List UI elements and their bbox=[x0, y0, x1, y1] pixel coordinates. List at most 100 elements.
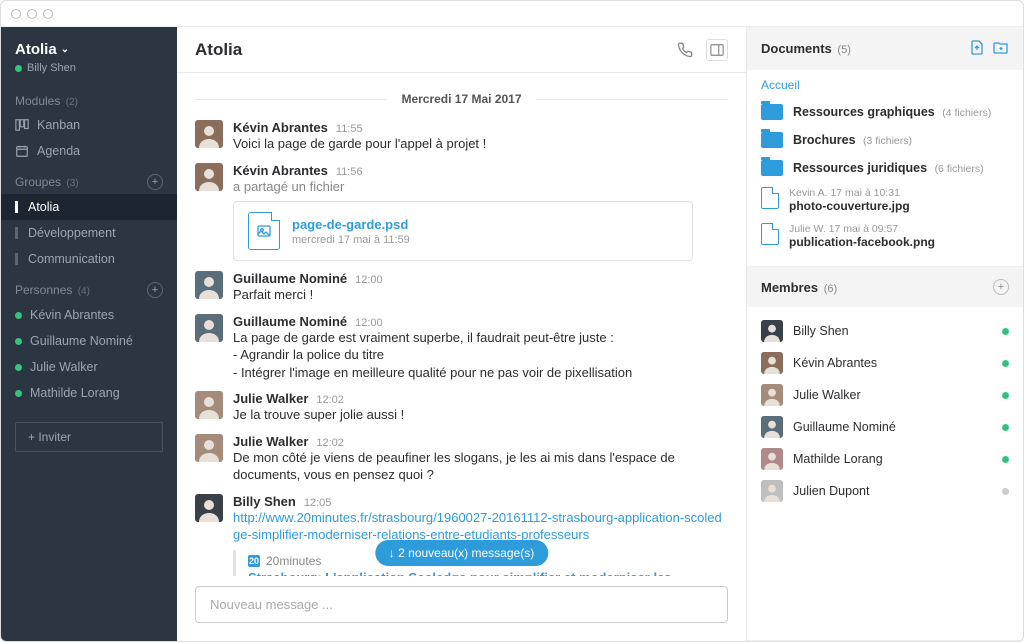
sidebar-item-label: Développement bbox=[28, 226, 116, 240]
message-row: Kévin Abrantes11:55Voici la page de gard… bbox=[195, 120, 728, 153]
member-row[interactable]: Billy Shen bbox=[761, 315, 1009, 347]
sidebar-person-item[interactable]: Mathilde Lorang bbox=[1, 380, 177, 406]
avatar bbox=[761, 352, 783, 374]
sidebar-person-item[interactable]: Kévin Abrantes bbox=[1, 302, 177, 328]
folder-icon bbox=[761, 132, 783, 148]
message-row: Julie Walker12:02De mon côté je viens de… bbox=[195, 434, 728, 484]
member-row[interactable]: Julien Dupont bbox=[761, 475, 1009, 507]
channel-bar-icon bbox=[15, 227, 18, 239]
documents-breadcrumb[interactable]: Accueil bbox=[761, 78, 1009, 98]
avatar[interactable] bbox=[195, 120, 223, 148]
add-person-button[interactable]: + bbox=[147, 282, 163, 298]
chat-panel: Atolia Mercredi 17 Mai 2017 Kévin Abrant… bbox=[177, 27, 747, 641]
folder-name: Brochures (3 fichiers) bbox=[793, 133, 1009, 147]
new-folder-icon[interactable] bbox=[993, 39, 1009, 58]
member-name: Julien Dupont bbox=[793, 484, 1002, 498]
section-people-count: (4) bbox=[78, 286, 90, 297]
team-switcher[interactable]: Atolia ⌄ bbox=[15, 41, 163, 58]
message-time: 12:00 bbox=[355, 317, 383, 329]
panel-toggle-button[interactable] bbox=[706, 39, 728, 61]
member-name: Kévin Abrantes bbox=[793, 356, 1002, 370]
sidebar-item-kanban[interactable]: Kanban bbox=[1, 112, 177, 138]
call-button[interactable] bbox=[674, 39, 696, 61]
svg-text:20: 20 bbox=[249, 556, 259, 566]
avatar[interactable] bbox=[195, 391, 223, 419]
add-group-button[interactable]: + bbox=[147, 174, 163, 190]
member-row[interactable]: Julie Walker bbox=[761, 379, 1009, 411]
new-messages-pill[interactable]: ↓ 2 nouveau(x) message(s) bbox=[375, 540, 548, 566]
message-text: La page de garde est vraiment superbe, i… bbox=[233, 329, 728, 382]
sidebar-item-label: Kanban bbox=[37, 118, 80, 132]
messages-scroll[interactable]: Mercredi 17 Mai 2017 Kévin Abrantes11:55… bbox=[177, 73, 746, 576]
presence-dot-icon bbox=[1002, 424, 1009, 431]
document-row[interactable]: Kevin A. 17 mai à 10:31photo-couverture.… bbox=[761, 182, 1009, 218]
message-input[interactable]: Nouveau message ... bbox=[195, 586, 728, 623]
avatar[interactable] bbox=[195, 494, 223, 522]
avatar bbox=[761, 448, 783, 470]
presence-dot-icon bbox=[15, 364, 22, 371]
avatar bbox=[761, 480, 783, 502]
section-groups-header: Groupes (3) + bbox=[1, 164, 177, 194]
message-link[interactable]: http://www.20minutes.fr/strasbourg/19600… bbox=[233, 510, 722, 543]
upload-file-icon[interactable] bbox=[969, 39, 985, 58]
document-icon bbox=[761, 223, 779, 245]
avatar bbox=[761, 416, 783, 438]
folder-name: Ressources juridiques (6 fichiers) bbox=[793, 161, 1009, 175]
avatar[interactable] bbox=[195, 271, 223, 299]
date-divider-label: Mercredi 17 Mai 2017 bbox=[387, 92, 535, 106]
sidebar-item-label: Julie Walker bbox=[30, 360, 98, 374]
member-row[interactable]: Mathilde Lorang bbox=[761, 443, 1009, 475]
chevron-down-icon: ⌄ bbox=[61, 44, 69, 55]
document-icon bbox=[761, 187, 779, 209]
sidebar-group-item[interactable]: Atolia bbox=[1, 194, 177, 220]
file-attachment[interactable]: page-de-garde.psdmercredi 17 mai à 11:59 bbox=[233, 201, 693, 261]
section-modules-header: Modules (2) bbox=[1, 84, 177, 112]
member-name: Julie Walker bbox=[793, 388, 1002, 402]
documents-title: Documents bbox=[761, 41, 832, 56]
invite-button[interactable]: + Inviter bbox=[15, 422, 163, 452]
add-member-button[interactable]: + bbox=[993, 279, 1009, 295]
team-name: Atolia bbox=[15, 41, 57, 58]
avatar[interactable] bbox=[195, 163, 223, 191]
sidebar-person-item[interactable]: Guillaume Nominé bbox=[1, 328, 177, 354]
folder-meta: (4 fichiers) bbox=[942, 107, 991, 119]
sidebar-group-item[interactable]: Communication bbox=[1, 246, 177, 272]
date-divider: Mercredi 17 Mai 2017 bbox=[195, 91, 728, 106]
member-row[interactable]: Guillaume Nominé bbox=[761, 411, 1009, 443]
message-time: 12:02 bbox=[316, 394, 344, 406]
presence-dot-icon bbox=[1002, 360, 1009, 367]
presence-dot-icon bbox=[15, 338, 22, 345]
folder-row[interactable]: Brochures (3 fichiers) bbox=[761, 126, 1009, 154]
member-row[interactable]: Kévin Abrantes bbox=[761, 347, 1009, 379]
folder-row[interactable]: Ressources juridiques (6 fichiers) bbox=[761, 154, 1009, 182]
traffic-light-close[interactable] bbox=[11, 9, 21, 19]
avatar[interactable] bbox=[195, 434, 223, 462]
message-time: 12:05 bbox=[304, 497, 332, 509]
message-author: Julie Walker bbox=[233, 391, 308, 406]
sidebar-item-label: Mathilde Lorang bbox=[30, 386, 120, 400]
avatar bbox=[761, 320, 783, 342]
section-people-label: Personnes bbox=[15, 283, 72, 297]
kanban-icon bbox=[15, 118, 29, 132]
document-name: publication-facebook.png bbox=[789, 235, 935, 249]
presence-dot-icon bbox=[1002, 488, 1009, 495]
message-author: Billy Shen bbox=[233, 494, 296, 509]
current-user[interactable]: Billy Shen bbox=[15, 62, 163, 74]
section-modules-count: (2) bbox=[66, 97, 78, 108]
traffic-light-min[interactable] bbox=[27, 9, 37, 19]
message-author: Guillaume Nominé bbox=[233, 314, 347, 329]
traffic-light-max[interactable] bbox=[43, 9, 53, 19]
file-icon bbox=[248, 212, 280, 250]
members-count: (6) bbox=[824, 283, 837, 295]
document-row[interactable]: Julie W. 17 mai à 09:57publication-faceb… bbox=[761, 218, 1009, 254]
documents-count: (5) bbox=[837, 44, 850, 56]
avatar[interactable] bbox=[195, 314, 223, 342]
sidebar-group-item[interactable]: Développement bbox=[1, 220, 177, 246]
message-row: Guillaume Nominé12:00Parfait merci ! bbox=[195, 271, 728, 304]
message-text: Voici la page de garde pour l'appel à pr… bbox=[233, 135, 728, 153]
sidebar-item-agenda[interactable]: Agenda bbox=[1, 138, 177, 164]
sidebar-person-item[interactable]: Julie Walker bbox=[1, 354, 177, 380]
sidebar-item-label: Communication bbox=[28, 252, 115, 266]
calendar-icon bbox=[15, 144, 29, 158]
folder-row[interactable]: Ressources graphiques (4 fichiers) bbox=[761, 98, 1009, 126]
